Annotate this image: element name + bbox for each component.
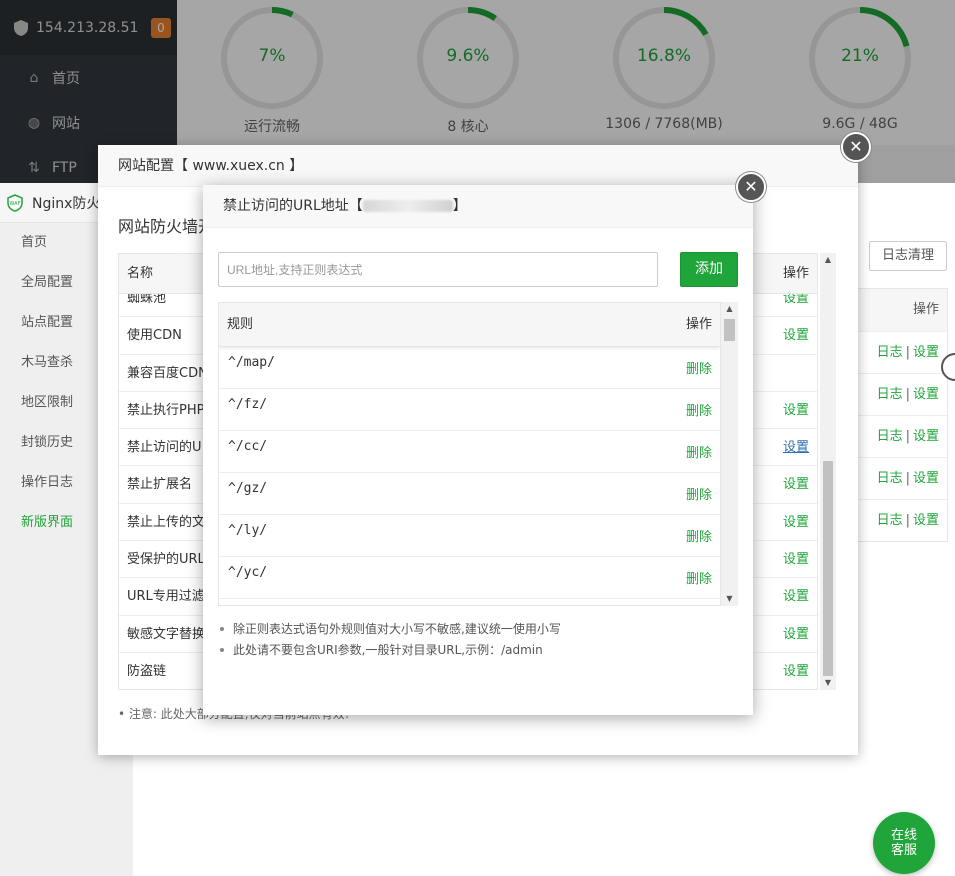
delete-link[interactable]: 删除 bbox=[686, 484, 712, 503]
rule-text: ^/cc/ bbox=[228, 439, 268, 454]
col-rule-header: 规则 bbox=[227, 317, 254, 332]
settings-link[interactable]: 设置 bbox=[913, 513, 939, 528]
rules-table-header: 规则 操作 bbox=[219, 303, 720, 347]
settings-link[interactable]: 设置 bbox=[783, 616, 809, 653]
settings-link[interactable]: 设置 bbox=[913, 429, 939, 444]
settings-link[interactable]: 设置 bbox=[783, 466, 809, 503]
row-name: 兼容百度CDN bbox=[127, 365, 208, 381]
settings-link[interactable]: 设置 bbox=[783, 429, 809, 466]
waf-logo-icon: WAF bbox=[7, 193, 23, 212]
url-input[interactable] bbox=[218, 252, 658, 287]
rule-text: ^/gz/ bbox=[228, 481, 268, 496]
row-name: 防盗链 bbox=[127, 663, 167, 679]
link-separator: | bbox=[905, 429, 910, 444]
redacted-domain bbox=[362, 200, 453, 212]
add-button[interactable]: 添加 bbox=[680, 252, 738, 287]
table-row: ^/ly/删除 bbox=[219, 515, 720, 557]
help-tips: 除正则表达式语句外规则值对大小写不敏感,建议统一使用小写 此处请不要包含URI参… bbox=[218, 619, 561, 661]
firewall-title-text: Nginx防火 bbox=[32, 195, 101, 212]
site-config-scrollbar[interactable]: ▲ ▼ bbox=[820, 253, 836, 690]
site-config-close-icon[interactable]: ✕ bbox=[841, 132, 871, 162]
row-name: 敏感文字替换 bbox=[127, 626, 206, 642]
settings-link[interactable]: 设置 bbox=[913, 387, 939, 402]
row-name: URL专用过滤 bbox=[127, 589, 205, 605]
title-suffix: 】 bbox=[452, 198, 467, 214]
log-link[interactable]: 日志 bbox=[877, 345, 903, 360]
link-separator: | bbox=[905, 471, 910, 486]
link-separator: | bbox=[905, 345, 910, 360]
link-separator: | bbox=[905, 513, 910, 528]
row-name: 禁止扩展名 bbox=[127, 477, 193, 493]
service-line2: 客服 bbox=[890, 843, 917, 858]
settings-link[interactable]: 设置 bbox=[913, 471, 939, 486]
delete-link[interactable]: 删除 bbox=[686, 526, 712, 545]
delete-link[interactable]: 删除 bbox=[686, 442, 712, 461]
delete-link[interactable]: 删除 bbox=[686, 400, 712, 419]
online-service-button[interactable]: 在线 客服 bbox=[873, 812, 935, 874]
service-line1: 在线 bbox=[890, 828, 917, 843]
link-separator: | bbox=[905, 387, 910, 402]
col-op-header: 操作 bbox=[685, 317, 712, 332]
rule-text: ^/map/ bbox=[228, 355, 275, 370]
row-name: 使用CDN bbox=[127, 328, 182, 344]
table-row: ^/fz/删除 bbox=[219, 389, 720, 431]
tip-item: 此处请不要包含URI参数,一般针对目录URL,示例：/admin bbox=[218, 640, 561, 661]
settings-link[interactable]: 设置 bbox=[783, 317, 809, 354]
log-link[interactable]: 日志 bbox=[877, 513, 903, 528]
row-name: 禁止上传的文 bbox=[127, 514, 206, 530]
blocked-url-title: 禁止访问的URL地址【 】 bbox=[203, 185, 753, 228]
delete-link[interactable]: 删除 bbox=[686, 568, 712, 587]
scroll-down-icon[interactable]: ▼ bbox=[721, 592, 738, 606]
scroll-thumb[interactable] bbox=[823, 461, 833, 676]
settings-link[interactable]: 设置 bbox=[783, 653, 809, 689]
row-name: 受保护的URL bbox=[127, 552, 205, 568]
scroll-up-icon[interactable]: ▲ bbox=[721, 302, 738, 316]
rule-text: ^/fz/ bbox=[228, 397, 268, 412]
col-name-header: 名称 bbox=[127, 266, 154, 281]
rules-table: 规则 操作 ^/map/删除 ^/fz/删除 ^/cc/删除 ^/gz/删除 ^… bbox=[218, 302, 721, 606]
scroll-down-icon[interactable]: ▼ bbox=[820, 676, 836, 690]
clear-log-button[interactable]: 日志清理 bbox=[868, 241, 947, 271]
table-row: ^/cc/删除 bbox=[219, 431, 720, 473]
settings-link[interactable]: 设置 bbox=[783, 541, 809, 578]
scroll-thumb[interactable] bbox=[724, 319, 735, 341]
settings-link[interactable]: 设置 bbox=[913, 345, 939, 360]
table-row: ^/map/删除 bbox=[219, 347, 720, 389]
log-link[interactable]: 日志 bbox=[877, 429, 903, 444]
tip-item: 除正则表达式语句外规则值对大小写不敏感,建议统一使用小写 bbox=[218, 619, 561, 640]
col-op-header: 操作 bbox=[782, 266, 809, 281]
settings-link[interactable]: 设置 bbox=[783, 504, 809, 541]
settings-link[interactable]: 设置 bbox=[783, 578, 809, 615]
rule-text: ^/ly/ bbox=[228, 523, 268, 538]
row-name: 禁止访问的U bbox=[127, 440, 202, 456]
rule-text: ^/yc/ bbox=[228, 565, 268, 580]
table-row: ^/yc/删除 bbox=[219, 557, 720, 599]
row-name: 禁止执行PHP bbox=[127, 402, 205, 418]
delete-link[interactable]: 删除 bbox=[686, 358, 712, 377]
settings-link[interactable]: 设置 bbox=[783, 392, 809, 429]
blocked-url-dialog: 禁止访问的URL地址【 】 ✕ 添加 规则 操作 ^/map/删除 ^/fz/删除… bbox=[203, 172, 766, 715]
table-row: ^/gz/删除 bbox=[219, 473, 720, 515]
title-prefix: 禁止访问的URL地址【 bbox=[223, 198, 363, 214]
log-link[interactable]: 日志 bbox=[877, 387, 903, 402]
site-config-subtitle: 网站防火墙开 bbox=[118, 217, 215, 236]
svg-text:WAF: WAF bbox=[10, 201, 21, 207]
rules-scrollbar[interactable]: ▲ ▼ bbox=[721, 302, 738, 606]
blocked-url-close-icon[interactable]: ✕ bbox=[736, 172, 766, 202]
log-link[interactable]: 日志 bbox=[877, 471, 903, 486]
scroll-up-icon[interactable]: ▲ bbox=[820, 253, 836, 267]
